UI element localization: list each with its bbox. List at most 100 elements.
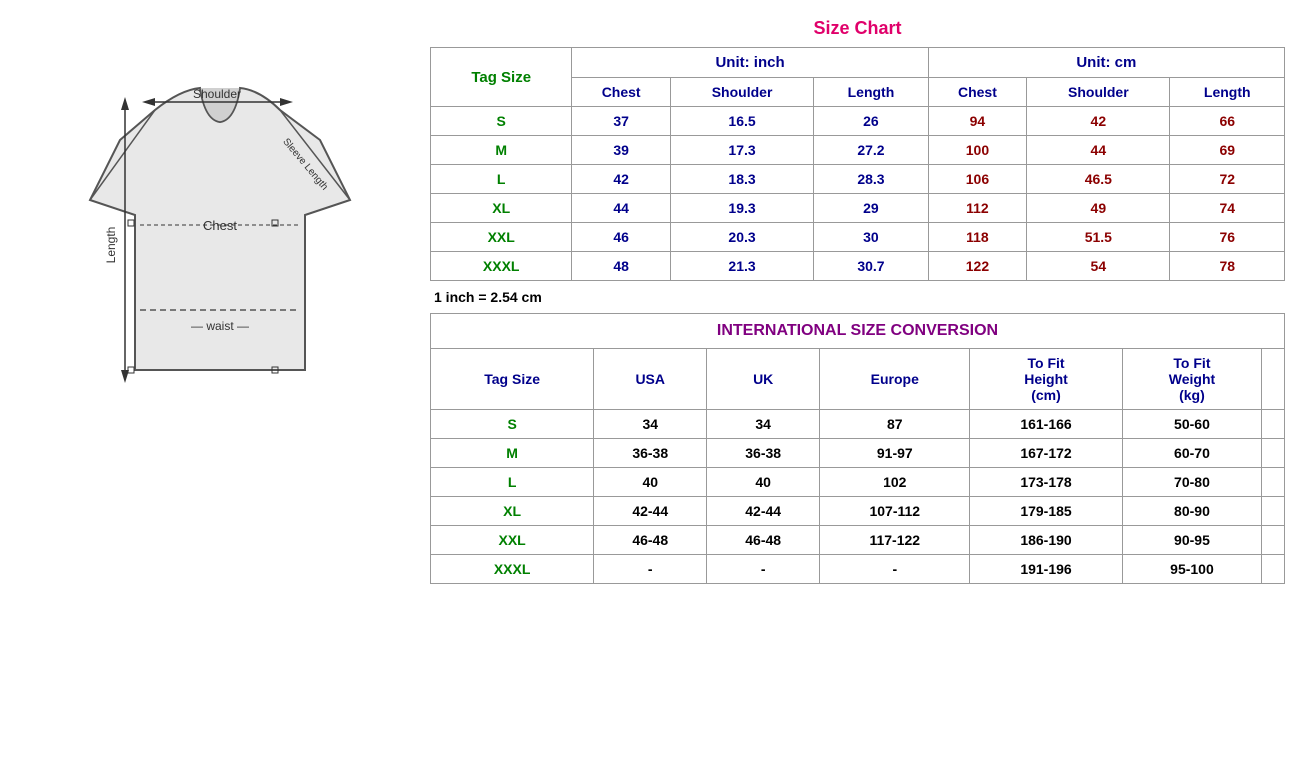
intl-usa-cell: 34 bbox=[594, 410, 707, 439]
inch-shoulder-cell: 21.3 bbox=[670, 252, 813, 281]
intl-uk-cell: - bbox=[707, 555, 820, 584]
tshirt-diagram: Shoulder Length Chest — waist — Sleeve L… bbox=[60, 30, 380, 410]
inch-length-cell: 29 bbox=[814, 194, 928, 223]
table-row: XXXL 48 21.3 30.7 122 54 78 bbox=[431, 252, 1285, 281]
intl-uk-cell: 40 bbox=[707, 468, 820, 497]
table-row: XXL 46 20.3 30 118 51.5 76 bbox=[431, 223, 1285, 252]
table-row: S 37 16.5 26 94 42 66 bbox=[431, 107, 1285, 136]
table-row: L 40 40 102 173-178 70-80 bbox=[431, 468, 1285, 497]
table-row: M 39 17.3 27.2 100 44 69 bbox=[431, 136, 1285, 165]
intl-europe-cell: 91-97 bbox=[820, 439, 970, 468]
inch-chest-cell: 42 bbox=[572, 165, 671, 194]
inch-length-cell: 26 bbox=[814, 107, 928, 136]
intl-weight-cell: 50-60 bbox=[1122, 410, 1262, 439]
table-row: S 34 34 87 161-166 50-60 bbox=[431, 410, 1285, 439]
intl-height-cell: 179-185 bbox=[970, 497, 1122, 526]
intl-usa-header: USA bbox=[594, 349, 707, 410]
intl-weight-cell: 90-95 bbox=[1122, 526, 1262, 555]
cm-length-cell: 66 bbox=[1170, 107, 1285, 136]
cm-shoulder-cell: 49 bbox=[1027, 194, 1170, 223]
intl-usa-cell: 36-38 bbox=[594, 439, 707, 468]
diagram-section: Shoulder Length Chest — waist — Sleeve L… bbox=[10, 10, 430, 430]
cm-shoulder-cell: 46.5 bbox=[1027, 165, 1170, 194]
cm-chest-cell: 112 bbox=[928, 194, 1027, 223]
intl-tag-size-header: Tag Size bbox=[431, 349, 594, 410]
intl-empty-cell bbox=[1262, 468, 1285, 497]
intl-tag-cell: M bbox=[431, 439, 594, 468]
intl-empty-cell bbox=[1262, 410, 1285, 439]
intl-europe-cell: - bbox=[820, 555, 970, 584]
tag-size-cell: XXXL bbox=[431, 252, 572, 281]
inch-chest-cell: 48 bbox=[572, 252, 671, 281]
intl-uk-cell: 46-48 bbox=[707, 526, 820, 555]
cm-length-cell: 76 bbox=[1170, 223, 1285, 252]
tag-size-cell: S bbox=[431, 107, 572, 136]
intl-usa-cell: 42-44 bbox=[594, 497, 707, 526]
inch-length-cell: 27.2 bbox=[814, 136, 928, 165]
table-row: XXXL - - - 191-196 95-100 bbox=[431, 555, 1285, 584]
inch-chest-cell: 46 bbox=[572, 223, 671, 252]
tag-size-cell: M bbox=[431, 136, 572, 165]
tag-size-header: Tag Size bbox=[431, 48, 572, 107]
tshirt-svg: Shoulder Length Chest — waist — Sleeve L… bbox=[60, 30, 380, 410]
intl-europe-cell: 87 bbox=[820, 410, 970, 439]
table-row: M 36-38 36-38 91-97 167-172 60-70 bbox=[431, 439, 1285, 468]
intl-usa-cell: 40 bbox=[594, 468, 707, 497]
inch-chest-cell: 39 bbox=[572, 136, 671, 165]
inch-chest-cell: 44 bbox=[572, 194, 671, 223]
inch-length-cell: 30.7 bbox=[814, 252, 928, 281]
inch-shoulder-cell: 19.3 bbox=[670, 194, 813, 223]
intl-europe-cell: 102 bbox=[820, 468, 970, 497]
intl-empty-cell bbox=[1262, 439, 1285, 468]
size-chart-title: Size Chart bbox=[430, 10, 1285, 47]
inch-chest-header: Chest bbox=[572, 78, 671, 107]
intl-weight-cell: 95-100 bbox=[1122, 555, 1262, 584]
cm-shoulder-cell: 54 bbox=[1027, 252, 1170, 281]
intl-uk-cell: 34 bbox=[707, 410, 820, 439]
cm-chest-cell: 118 bbox=[928, 223, 1027, 252]
intl-empty-header bbox=[1262, 349, 1285, 410]
cm-shoulder-cell: 42 bbox=[1027, 107, 1170, 136]
intl-empty-cell bbox=[1262, 555, 1285, 584]
intl-height-header: To FitHeight(cm) bbox=[970, 349, 1122, 410]
intl-height-cell: 186-190 bbox=[970, 526, 1122, 555]
intl-uk-header: UK bbox=[707, 349, 820, 410]
inch-length-cell: 30 bbox=[814, 223, 928, 252]
conversion-note: 1 inch = 2.54 cm bbox=[430, 281, 1285, 313]
intl-usa-cell: 46-48 bbox=[594, 526, 707, 555]
table-row: XXL 46-48 46-48 117-122 186-190 90-95 bbox=[431, 526, 1285, 555]
intl-europe-cell: 117-122 bbox=[820, 526, 970, 555]
intl-tag-cell: XL bbox=[431, 497, 594, 526]
inch-shoulder-header: Shoulder bbox=[670, 78, 813, 107]
cm-chest-cell: 100 bbox=[928, 136, 1027, 165]
size-chart-table: Tag Size Unit: inch Unit: cm Chest Shoul… bbox=[430, 47, 1285, 281]
intl-uk-cell: 42-44 bbox=[707, 497, 820, 526]
intl-weight-cell: 70-80 bbox=[1122, 468, 1262, 497]
svg-text:Length: Length bbox=[104, 227, 118, 264]
intl-height-cell: 161-166 bbox=[970, 410, 1122, 439]
inch-shoulder-cell: 17.3 bbox=[670, 136, 813, 165]
cm-shoulder-cell: 51.5 bbox=[1027, 223, 1170, 252]
inch-shoulder-cell: 18.3 bbox=[670, 165, 813, 194]
intl-weight-header: To FitWeight(kg) bbox=[1122, 349, 1262, 410]
intl-table: Tag Size USA UK Europe To FitHeight(cm) … bbox=[430, 348, 1285, 584]
cm-length-cell: 72 bbox=[1170, 165, 1285, 194]
intl-empty-cell bbox=[1262, 526, 1285, 555]
unit-cm-header: Unit: cm bbox=[928, 48, 1284, 78]
intl-tag-cell: L bbox=[431, 468, 594, 497]
intl-empty-cell bbox=[1262, 497, 1285, 526]
intl-height-cell: 167-172 bbox=[970, 439, 1122, 468]
cm-chest-cell: 122 bbox=[928, 252, 1027, 281]
svg-text:Shoulder: Shoulder bbox=[193, 87, 241, 101]
intl-weight-cell: 80-90 bbox=[1122, 497, 1262, 526]
tag-size-cell: L bbox=[431, 165, 572, 194]
cm-chest-cell: 106 bbox=[928, 165, 1027, 194]
intl-title: INTERNATIONAL SIZE CONVERSION bbox=[430, 313, 1285, 348]
table-row: L 42 18.3 28.3 106 46.5 72 bbox=[431, 165, 1285, 194]
intl-height-cell: 191-196 bbox=[970, 555, 1122, 584]
inch-chest-cell: 37 bbox=[572, 107, 671, 136]
table-row: XL 42-44 42-44 107-112 179-185 80-90 bbox=[431, 497, 1285, 526]
inch-length-header: Length bbox=[814, 78, 928, 107]
intl-tag-cell: S bbox=[431, 410, 594, 439]
cm-length-cell: 69 bbox=[1170, 136, 1285, 165]
